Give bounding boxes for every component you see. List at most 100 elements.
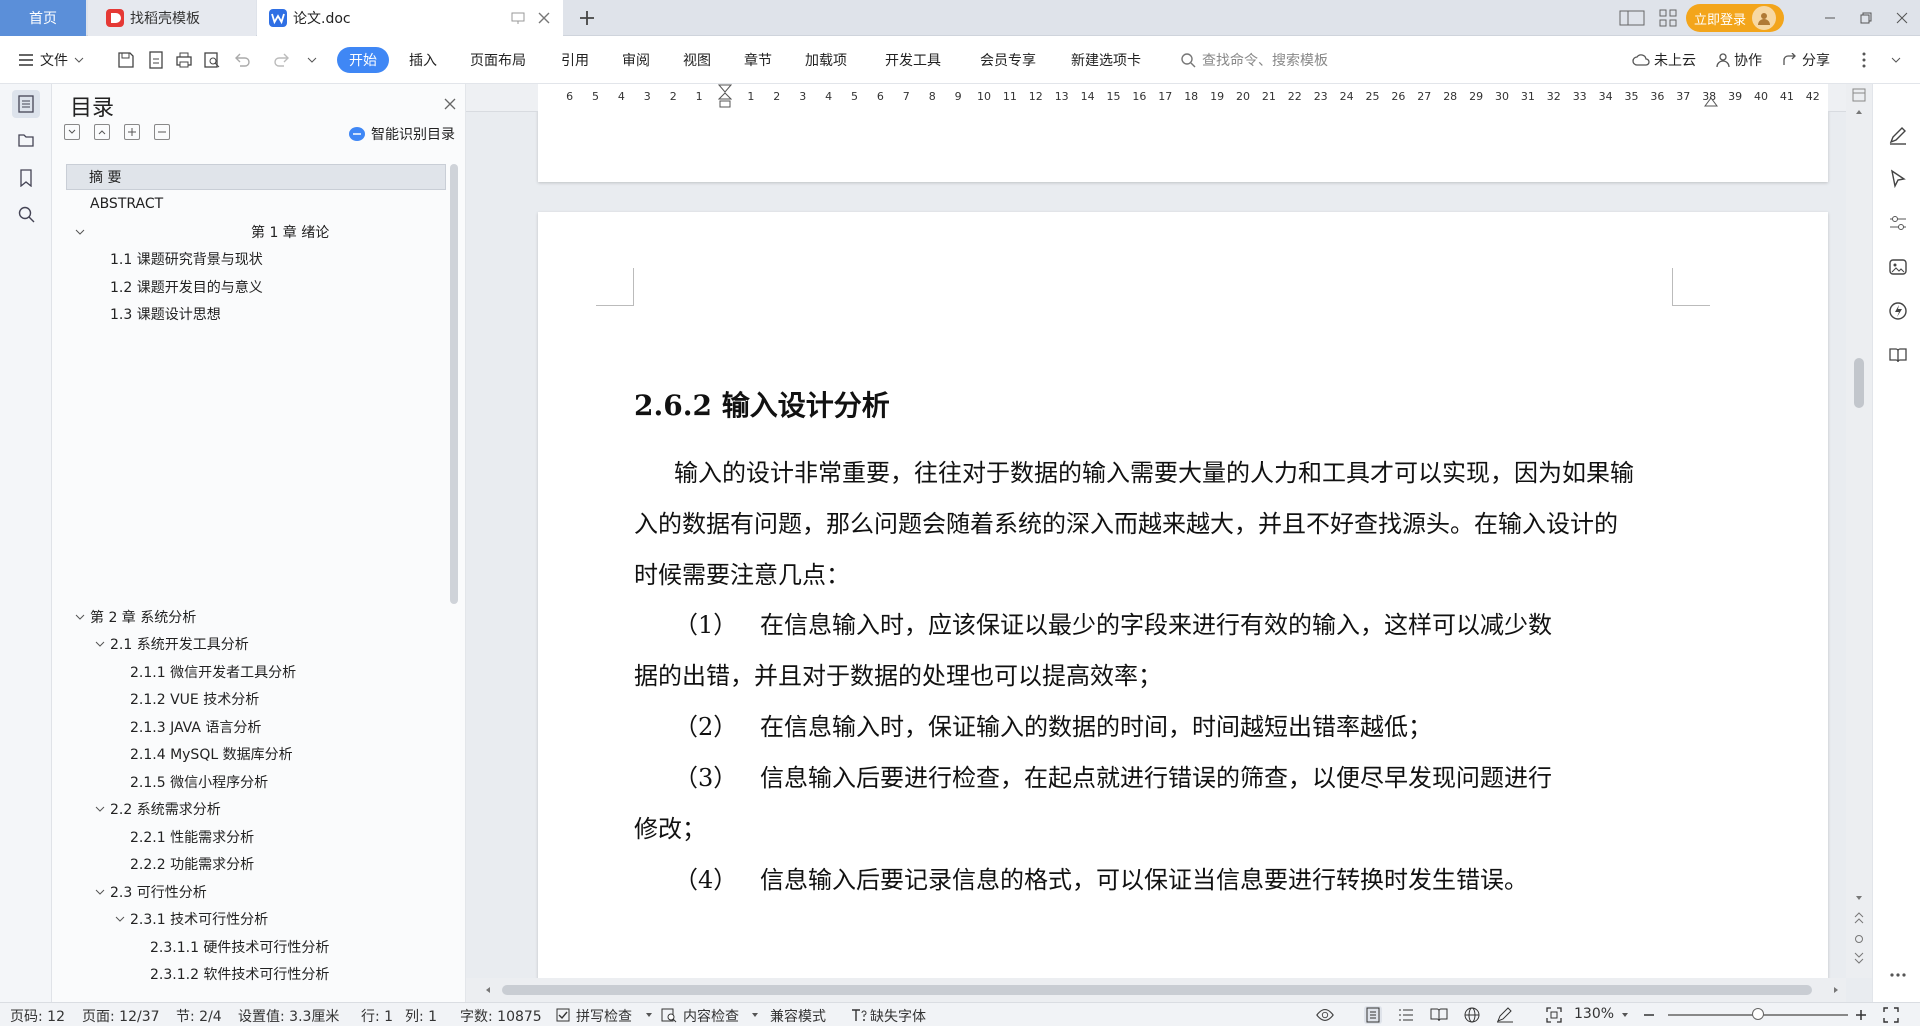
quick-access-more-icon[interactable] [302, 50, 322, 70]
undo-icon[interactable] [232, 50, 252, 70]
toc-item[interactable]: 第 2 章 系统分析 [66, 604, 446, 630]
share-button[interactable]: 分享 [1782, 47, 1830, 73]
toc-item[interactable]: 2.2.2 功能需求分析 [66, 851, 446, 877]
content-check-icon[interactable] [660, 1006, 678, 1024]
ai-assistant-icon[interactable] [1887, 300, 1909, 322]
toc-item[interactable]: 1.3 课题设计思想 [66, 301, 446, 327]
indent-marker-icon[interactable] [718, 84, 732, 110]
eye-protection-icon[interactable] [1316, 1006, 1334, 1024]
tab-page-layout[interactable]: 页面布局 [470, 47, 526, 73]
new-tab-icon[interactable] [575, 6, 599, 30]
tab-references[interactable]: 引用 [561, 47, 589, 73]
web-view-icon[interactable] [1463, 1006, 1481, 1024]
image-tool-icon[interactable] [1887, 256, 1909, 278]
fullscreen-icon[interactable] [1882, 1006, 1900, 1024]
save-icon[interactable] [116, 50, 136, 70]
select-pointer-icon[interactable] [1887, 168, 1909, 190]
missing-font-icon[interactable] [850, 1006, 868, 1024]
toc-item[interactable]: 2.1.3 JAVA 语言分析 [66, 714, 446, 740]
tab-developer[interactable]: 开发工具 [885, 47, 941, 73]
outline-view-icon[interactable] [1397, 1006, 1415, 1024]
current-page[interactable]: 2.6.2 输入设计分析 输入的设计非常重要，往往对于数据的输入需要大量的人力和… [538, 212, 1828, 978]
command-search[interactable]: 查找命令、搜索模板 [1180, 47, 1328, 73]
print-preview-icon[interactable] [202, 50, 222, 70]
toc-item[interactable]: 2.2 系统需求分析 [66, 796, 446, 822]
document-canvas[interactable]: 2.6.2 输入设计分析 输入的设计非常重要，往往对于数据的输入需要大量的人力和… [466, 112, 1846, 978]
next-page-icon[interactable] [1854, 952, 1864, 964]
chevron-down-icon[interactable] [94, 638, 106, 650]
toc-panel-icon[interactable] [12, 90, 40, 118]
toc-item[interactable]: 2.1.1 微信开发者工具分析 [66, 659, 446, 685]
toc-item[interactable]: 第 1 章 绪论 [66, 219, 446, 245]
right-indent-marker-icon[interactable] [1704, 94, 1718, 108]
export-pdf-icon[interactable] [146, 50, 166, 70]
reading-view-icon[interactable] [1430, 1006, 1448, 1024]
chevron-down-icon[interactable] [74, 226, 86, 238]
add-level-icon[interactable] [124, 124, 140, 140]
tab-document[interactable]: 论文.doc [257, 0, 563, 36]
print-icon[interactable] [174, 50, 194, 70]
tab-member[interactable]: 会员专享 [980, 47, 1036, 73]
pin-tab-icon[interactable] [511, 11, 525, 25]
tab-home[interactable]: 首页 [0, 0, 86, 36]
tab-start[interactable]: 开始 [337, 47, 389, 73]
vertical-scroll-thumb[interactable] [1854, 358, 1864, 408]
tab-view[interactable]: 视图 [683, 47, 711, 73]
vertical-scrollbar[interactable] [1846, 84, 1872, 978]
toc-item[interactable]: 2.1 系统开发工具分析 [66, 631, 446, 657]
tab-new-tab[interactable]: 新建选项卡 [1071, 47, 1141, 73]
find-icon[interactable] [12, 200, 40, 228]
checkbox-checked-icon[interactable] [554, 1006, 572, 1024]
chevron-down-icon[interactable] [746, 1006, 764, 1024]
chevron-down-icon[interactable] [74, 611, 86, 623]
redo-icon[interactable] [272, 50, 292, 70]
restore-icon[interactable] [1848, 0, 1884, 36]
chevron-down-icon[interactable] [114, 913, 126, 925]
scroll-left-icon[interactable] [484, 986, 492, 994]
toc-item[interactable]: 2.1.2 VUE 技术分析 [66, 686, 446, 712]
pen-edit-icon[interactable] [1887, 124, 1909, 146]
toc-item[interactable]: 2.3.1.1 硬件技术可行性分析 [66, 934, 446, 960]
collaborate-button[interactable]: 协作 [1716, 47, 1762, 73]
more-options-icon[interactable] [1854, 50, 1874, 70]
reading-mode-icon[interactable] [1614, 0, 1650, 36]
section-nav-icon[interactable] [12, 126, 40, 154]
chevron-down-icon[interactable] [94, 886, 106, 898]
reading-book-icon[interactable] [1887, 344, 1909, 366]
close-tab-icon[interactable] [537, 11, 551, 25]
toc-item[interactable]: 2.3 可行性分析 [66, 879, 446, 905]
more-tools-icon[interactable] [1887, 964, 1909, 986]
zoom-out-icon[interactable] [1640, 1006, 1658, 1024]
cloud-status[interactable]: 未上云 [1632, 47, 1696, 73]
toc-scrollbar[interactable] [450, 164, 458, 604]
toc-item[interactable]: 1.1 课题研究背景与现状 [66, 246, 446, 272]
status-page-number[interactable]: 页码: 12 [10, 1006, 65, 1026]
smart-toc-button[interactable]: 智能识别目录 [348, 124, 455, 144]
tab-insert[interactable]: 插入 [409, 47, 437, 73]
toc-item[interactable]: 2.1.5 微信小程序分析 [66, 769, 446, 795]
chevron-down-icon[interactable] [640, 1006, 658, 1024]
scroll-right-icon[interactable] [1832, 986, 1840, 994]
tab-review[interactable]: 审阅 [622, 47, 650, 73]
toc-item[interactable]: 2.3.1.2 软件技术可行性分析 [66, 961, 446, 987]
write-mode-icon[interactable] [1496, 1006, 1514, 1024]
spell-check-toggle[interactable]: 拼写检查 [576, 1006, 632, 1026]
select-browse-icon[interactable] [1854, 934, 1864, 944]
toc-item[interactable]: 1.2 课题开发目的与意义 [66, 274, 446, 300]
fit-page-icon[interactable] [1545, 1006, 1563, 1024]
scroll-down-icon[interactable] [1855, 894, 1863, 902]
zoom-slider-handle[interactable] [1752, 1008, 1764, 1020]
tab-addins[interactable]: 加载项 [805, 47, 847, 73]
status-section[interactable]: 节: 2/4 [176, 1006, 222, 1026]
horizontal-scrollbar[interactable] [466, 978, 1846, 1002]
status-row[interactable]: 行: 1 [361, 1006, 393, 1026]
collapse-ribbon-icon[interactable] [1886, 50, 1906, 70]
scroll-up-icon[interactable] [1855, 108, 1863, 116]
status-word-count[interactable]: 字数: 10875 [460, 1006, 542, 1026]
tab-chapter[interactable]: 章节 [744, 47, 772, 73]
zoom-level[interactable]: 130% [1574, 1006, 1614, 1022]
toc-item[interactable]: 2.1.4 MySQL 数据库分析 [66, 741, 446, 767]
zoom-in-icon[interactable] [1852, 1006, 1870, 1024]
missing-font-button[interactable]: 缺失字体 [870, 1006, 926, 1026]
chevron-down-icon[interactable] [94, 803, 106, 815]
